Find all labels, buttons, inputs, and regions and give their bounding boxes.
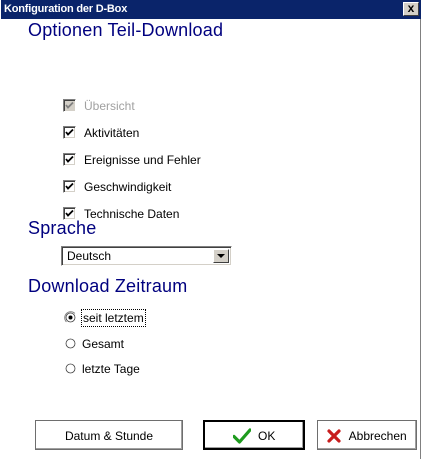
checkbox-label: Übersicht (84, 99, 135, 113)
checkbox-label: Geschwindigkeit (84, 180, 172, 194)
radio-selected-icon (64, 311, 77, 324)
ok-button-label: OK (258, 428, 276, 443)
radio-label: letzte Tage (82, 362, 140, 376)
chevron-down-icon (217, 254, 225, 258)
checkbox-box[interactable] (63, 126, 76, 139)
check-icon (65, 101, 74, 109)
download-period-heading: Download Zeitraum (28, 276, 188, 296)
checkbox-box[interactable] (63, 99, 76, 112)
radio-label: seit letztem (81, 309, 146, 327)
checkbox-label: Ereignisse und Fehler (84, 153, 201, 167)
checkbox-label: Aktivitäten (84, 126, 140, 140)
radio-unselected-icon (65, 338, 76, 349)
dialog-window: Konfiguration der D-Box x Optionen Teil-… (0, 0, 421, 459)
checkmark-icon (232, 428, 251, 444)
checkbox-box[interactable] (63, 180, 76, 193)
language-heading: Sprache (28, 218, 97, 238)
language-selected-value: Deutsch (67, 249, 112, 263)
language-select[interactable]: Deutsch (61, 246, 232, 266)
radio-label: Gesamt (82, 337, 125, 351)
date-time-button-label: Datum & Stunde (64, 428, 154, 443)
check-icon (65, 182, 74, 190)
date-time-button[interactable]: Datum & Stunde (35, 420, 183, 450)
checkbox-label: Technische Daten (84, 207, 180, 221)
partial-download-heading: Optionen Teil-Download (28, 20, 224, 40)
title-bar[interactable]: Konfiguration der D-Box x (1, 0, 421, 19)
check-icon (65, 155, 74, 163)
check-icon (65, 128, 74, 136)
close-icon: x (407, 1, 415, 15)
window-title: Konfiguration der D-Box (4, 3, 128, 15)
dropdown-button[interactable] (213, 249, 229, 263)
checkbox-box[interactable] (63, 153, 76, 166)
ok-button[interactable]: OK (203, 420, 305, 450)
close-button[interactable]: x (403, 2, 419, 16)
cross-icon (327, 429, 341, 443)
cancel-button-label: Abbrechen (348, 428, 407, 443)
cancel-button[interactable]: Abbrechen (317, 420, 417, 450)
radio-unselected-icon (65, 363, 76, 374)
check-icon (65, 209, 74, 217)
